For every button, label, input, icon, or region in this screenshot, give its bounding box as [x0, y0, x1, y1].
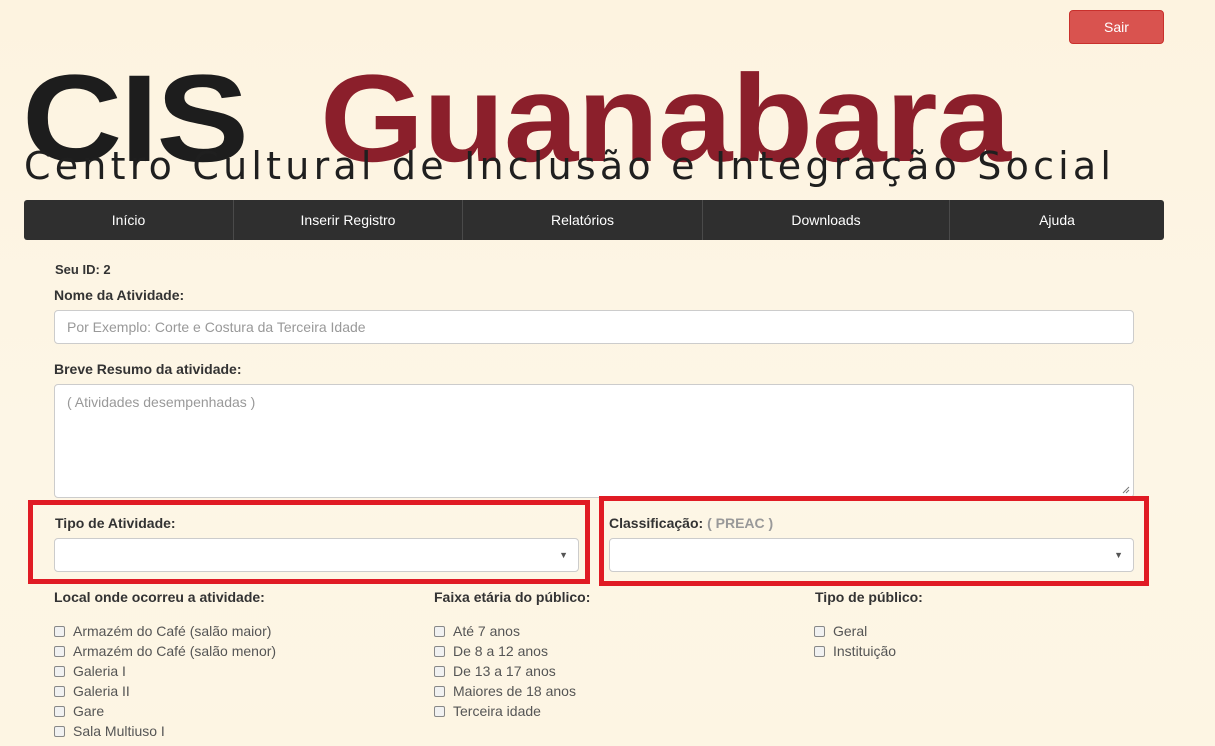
checkbox[interactable]	[54, 725, 65, 737]
location-option-label: Armazém do Café (salão maior)	[73, 623, 272, 639]
age-range-option-label: Terceira idade	[453, 703, 541, 719]
dropdown-arrow-icon: ▼	[1114, 550, 1123, 560]
nav-item-ajuda[interactable]: Ajuda	[950, 200, 1164, 240]
summary-textarea[interactable]: ( Atividades desempenhadas )	[54, 384, 1134, 498]
audience-type-label: Tipo de público:	[815, 589, 923, 605]
age-range-option-label: De 13 a 17 anos	[453, 663, 556, 679]
activity-name-label: Nome da Atividade:	[54, 287, 185, 303]
nav-item-inicio[interactable]: Início	[24, 200, 234, 240]
location-option[interactable]: Armazém do Café (salão maior)	[54, 623, 271, 639]
checkbox[interactable]	[434, 645, 445, 657]
checkbox[interactable]	[434, 665, 445, 677]
checkbox[interactable]	[434, 625, 445, 637]
age-range-option[interactable]: Terceira idade	[434, 703, 541, 719]
location-option-label: Gare	[73, 703, 105, 719]
activity-name-input[interactable]: Por Exemplo: Corte e Costura da Terceira…	[54, 310, 1134, 344]
logo-subtitle: Centro Cultural de Inclusão e Integração…	[24, 144, 1116, 188]
audience-type-option-label: Instituição	[833, 643, 897, 659]
age-range-label: Faixa etária do público:	[434, 589, 591, 605]
age-range-option-label: Maiores de 18 anos	[453, 683, 576, 699]
checkbox[interactable]	[54, 705, 65, 717]
location-option-label: Sala Multiuso I	[73, 723, 165, 739]
site-logo: CIS Guanabara Centro Cultural de Inclusã…	[22, 50, 1172, 193]
checkbox[interactable]	[54, 685, 65, 697]
age-range-option[interactable]: Maiores de 18 anos	[434, 683, 576, 699]
location-option[interactable]: Armazém do Café (salão menor)	[54, 643, 276, 659]
location-option[interactable]: Galeria II	[54, 683, 130, 699]
checkbox[interactable]	[54, 665, 65, 677]
location-option-label: Galeria I	[73, 663, 126, 679]
location-label: Local onde ocorreu a atividade:	[54, 589, 265, 605]
audience-type-option-label: Geral	[833, 623, 868, 639]
resize-handle-icon[interactable]	[1122, 486, 1130, 494]
age-range-option[interactable]: De 8 a 12 anos	[434, 643, 548, 659]
location-option-label: Galeria II	[73, 683, 130, 699]
main-nav: Início Inserir Registro Relatórios Downl…	[24, 200, 1164, 240]
activity-type-label: Tipo de Atividade:	[55, 515, 176, 531]
classification-select[interactable]: ▼	[609, 538, 1134, 572]
dropdown-arrow-icon: ▼	[559, 550, 568, 560]
classification-label: Classificação:	[609, 515, 704, 531]
location-option-label: Armazém do Café (salão menor)	[73, 643, 277, 659]
checkbox[interactable]	[814, 645, 825, 657]
checkbox[interactable]	[434, 685, 445, 697]
classification-label-group: Classificação: ( PREAC )	[609, 515, 773, 531]
nav-item-relatorios[interactable]: Relatórios	[463, 200, 703, 240]
location-option[interactable]: Gare	[54, 703, 104, 719]
summary-label: Breve Resumo da atividade:	[54, 361, 242, 377]
audience-type-option[interactable]: Geral	[814, 623, 867, 639]
nav-item-downloads[interactable]: Downloads	[703, 200, 950, 240]
classification-hint: ( PREAC )	[707, 515, 774, 531]
age-range-option[interactable]: De 13 a 17 anos	[434, 663, 556, 679]
summary-placeholder: ( Atividades desempenhadas )	[67, 394, 256, 410]
nav-item-inserir-registro[interactable]: Inserir Registro	[234, 200, 463, 240]
checkbox[interactable]	[54, 625, 65, 637]
age-range-option-label: Até 7 anos	[453, 623, 520, 639]
checkbox[interactable]	[814, 625, 825, 637]
location-option[interactable]: Sala Multiuso I	[54, 723, 165, 739]
location-option[interactable]: Galeria I	[54, 663, 126, 679]
audience-type-option[interactable]: Instituição	[814, 643, 896, 659]
activity-type-select[interactable]: ▼	[54, 538, 579, 572]
checkbox[interactable]	[54, 645, 65, 657]
user-id-text: Seu ID: 2	[55, 262, 111, 277]
age-range-option[interactable]: Até 7 anos	[434, 623, 520, 639]
age-range-option-label: De 8 a 12 anos	[453, 643, 548, 659]
logout-button[interactable]: Sair	[1069, 10, 1164, 44]
checkbox[interactable]	[434, 705, 445, 717]
